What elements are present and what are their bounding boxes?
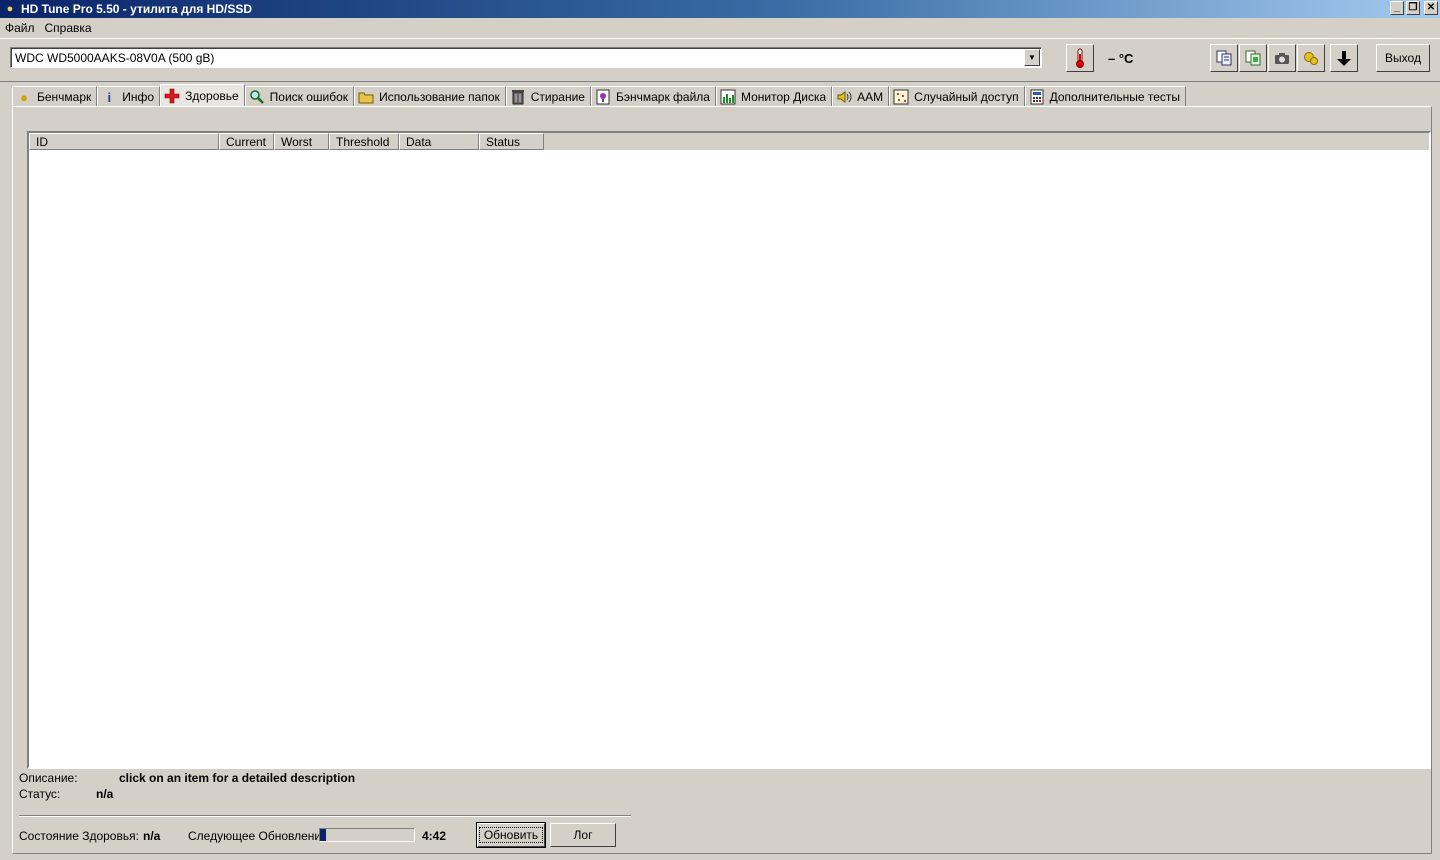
next-update-progress-fill — [320, 829, 326, 841]
smart-attributes-table[interactable]: ID Current Worst Threshold Data Status — [27, 131, 1431, 769]
health-state-label: Состояние Здоровья: — [19, 829, 139, 843]
menu-bar: Файл Справка — [0, 19, 1440, 37]
copy-text-icon — [1216, 50, 1232, 66]
options-button[interactable] — [1297, 44, 1325, 72]
close-button[interactable]: ✕ — [1424, 1, 1438, 15]
trash-icon — [510, 89, 526, 105]
window-title: HD Tune Pro 5.50 - утилита для HD/SSD — [21, 2, 253, 16]
menu-file[interactable]: Файл — [0, 21, 40, 35]
folder-icon — [358, 89, 374, 105]
bulb-icon: ● — [20, 89, 28, 105]
health-footer: Состояние Здоровья: n/a Следующее Обновл… — [19, 822, 639, 848]
screenshot-button[interactable] — [1268, 44, 1296, 72]
copy-screenshot-icon — [1245, 50, 1261, 66]
column-data[interactable]: Data — [399, 133, 479, 150]
column-threshold[interactable]: Threshold — [329, 133, 399, 150]
log-button[interactable]: Лог — [550, 823, 616, 847]
column-worst[interactable]: Worst — [274, 133, 329, 150]
speaker-icon — [836, 89, 852, 105]
minimize-button[interactable]: _ — [1390, 1, 1404, 15]
drive-select[interactable]: WDC WD5000AAKS-08V0A (500 gB) ▼ — [10, 47, 1042, 68]
toolbar: WDC WD5000AAKS-08V0A (500 gB) ▼ – °C Вых… — [0, 38, 1440, 82]
status-value: n/a — [96, 787, 114, 801]
temperature-button[interactable] — [1066, 44, 1094, 72]
health-state-value: n/a — [143, 829, 161, 843]
thermometer-icon — [1076, 48, 1084, 68]
status-label: Статус: — [19, 787, 61, 801]
description-value: click on an item for a detailed descript… — [119, 771, 356, 785]
next-update-time: 4:42 — [422, 829, 447, 843]
copy-text-button[interactable] — [1210, 44, 1238, 72]
monitor-chart-icon — [720, 89, 736, 105]
file-bulb-icon — [595, 89, 611, 105]
column-id[interactable]: ID — [29, 133, 219, 150]
magnifier-icon — [249, 89, 265, 105]
title-bar: ● HD Tune Pro 5.50 - утилита для HD/SSD … — [0, 0, 1440, 18]
exit-button[interactable]: Выход — [1376, 44, 1430, 72]
tab-erase[interactable]: Стирание — [505, 86, 591, 107]
save-icon — [1337, 51, 1351, 66]
drive-select-value: WDC WD5000AAKS-08V0A (500 gB) — [15, 51, 215, 65]
tab-extra-tests[interactable]: Дополнительные тесты — [1024, 86, 1187, 107]
table-header: ID Current Worst Threshold Data Status — [29, 133, 1429, 150]
temperature-readout: – °C — [1108, 51, 1134, 66]
divider — [19, 815, 631, 817]
tab-file-benchmark[interactable]: Бэнчмарк файла — [590, 86, 716, 107]
tab-health[interactable]: Здоровье — [160, 84, 245, 106]
column-current[interactable]: Current — [219, 133, 274, 150]
tab-folder-usage[interactable]: Использование папок — [354, 86, 506, 107]
next-update-label: Следующее Обновление: — [188, 829, 332, 843]
description-label: Описание: — [19, 771, 78, 785]
health-cross-icon — [164, 88, 180, 104]
tab-strip: ● Бенчмарк i Инфо Здоровье Поиск ошибок … — [12, 84, 1187, 107]
info-icon: i — [107, 89, 112, 105]
column-status[interactable]: Status — [479, 133, 544, 150]
next-update-progress — [319, 828, 415, 842]
tab-error-scan[interactable]: Поиск ошибок — [244, 86, 355, 107]
refresh-button[interactable]: Обновить — [476, 822, 546, 848]
restore-button[interactable]: ❐ — [1406, 1, 1420, 15]
tab-random-access[interactable]: Случайный доступ — [889, 86, 1025, 107]
options-icon — [1304, 52, 1318, 65]
menu-help[interactable]: Справка — [40, 21, 97, 35]
chevron-down-icon[interactable]: ▼ — [1024, 49, 1040, 66]
health-panel: ID Current Worst Threshold Data Status О… — [12, 106, 1432, 854]
tab-aam[interactable]: AAM — [832, 86, 890, 107]
tab-disk-monitor[interactable]: Монитор Диска — [715, 86, 833, 107]
app-icon: ● — [6, 3, 14, 15]
calculator-icon — [1029, 89, 1045, 105]
window-controls: _ ❐ ✕ — [1390, 1, 1438, 15]
copy-screenshot-button[interactable] — [1239, 44, 1267, 72]
camera-icon — [1275, 53, 1289, 64]
refresh-button-label: Обновить — [478, 827, 544, 843]
save-button[interactable] — [1330, 44, 1358, 72]
tab-benchmark[interactable]: ● Бенчмарк — [12, 86, 98, 107]
random-access-icon — [893, 89, 909, 105]
tab-info[interactable]: i Инфо — [97, 86, 161, 107]
